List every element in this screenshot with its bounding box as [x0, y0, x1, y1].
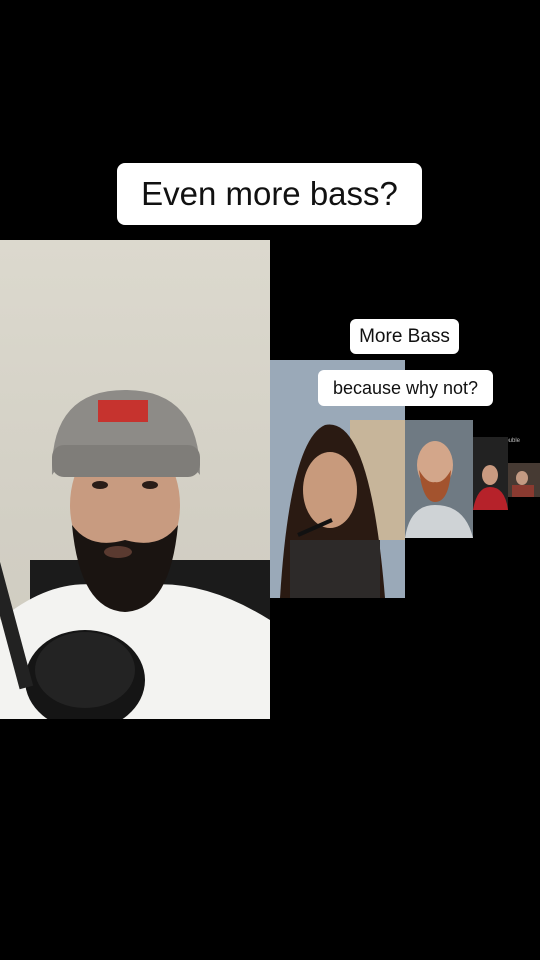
video-frame-red-shirt-person: [473, 437, 508, 510]
small-person-illustration: [508, 463, 540, 497]
redbeard-person-illustration: [405, 420, 473, 538]
main-caption: Even more bass?: [117, 163, 422, 225]
because-why-not-caption: because why not?: [318, 370, 493, 406]
video-frame-beanie-person: [0, 240, 270, 719]
video-frame-small-person: [508, 463, 540, 497]
video-frame-redbeard-person: [405, 420, 473, 538]
more-bass-caption: More Bass: [350, 319, 459, 354]
beanie-person-illustration: [0, 390, 270, 719]
red-shirt-person-illustration: [473, 437, 508, 510]
